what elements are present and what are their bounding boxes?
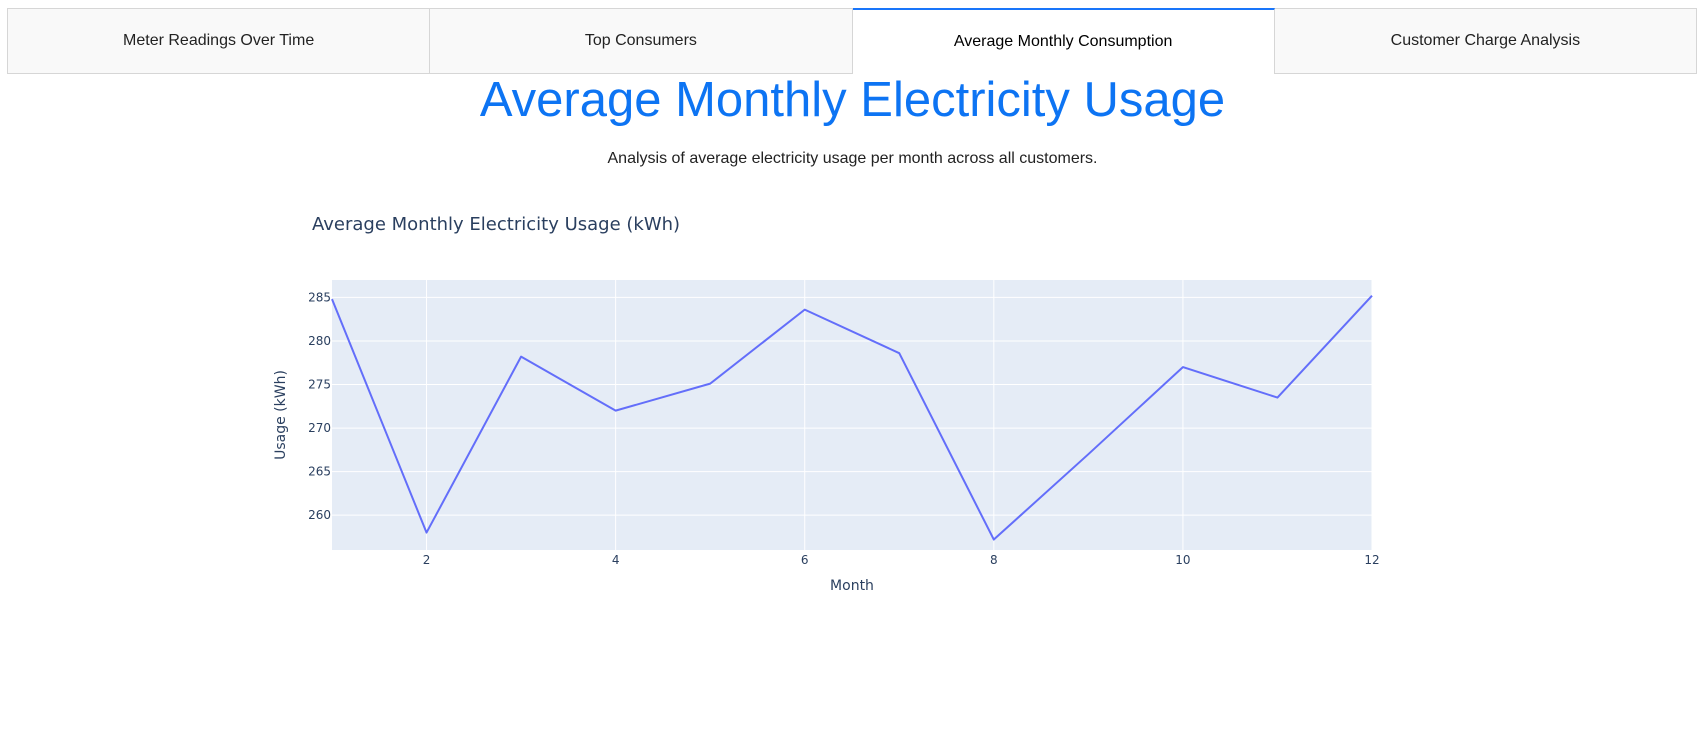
- x-tick-label: 2: [423, 553, 431, 567]
- usage-line-chart[interactable]: Average Monthly Electricity Usage (kWh) …: [0, 0, 1705, 751]
- y-tick-label: 270: [308, 421, 331, 435]
- x-tick-label: 4: [612, 553, 620, 567]
- y-tick-label: 265: [308, 465, 331, 479]
- x-tick-label: 12: [1364, 553, 1379, 567]
- plot-area: [332, 280, 1372, 550]
- y-tick-label: 275: [308, 378, 331, 392]
- y-tick-label: 260: [308, 508, 331, 522]
- x-tick-labels: 2 4 6 8 10 12: [423, 553, 1380, 567]
- y-tick-label: 280: [308, 334, 331, 348]
- chart-title: Average Monthly Electricity Usage (kWh): [312, 214, 680, 235]
- y-tick-labels: 260 265 270 275 280 285: [308, 290, 331, 522]
- y-axis-label: Usage (kWh): [273, 370, 289, 460]
- y-tick-label: 285: [308, 290, 331, 304]
- x-tick-label: 8: [990, 553, 998, 567]
- chart-container: Average Monthly Electricity Usage (kWh) …: [0, 0, 1705, 751]
- x-axis-label: Month: [830, 578, 874, 594]
- x-tick-label: 6: [801, 553, 809, 567]
- x-tick-label: 10: [1175, 553, 1190, 567]
